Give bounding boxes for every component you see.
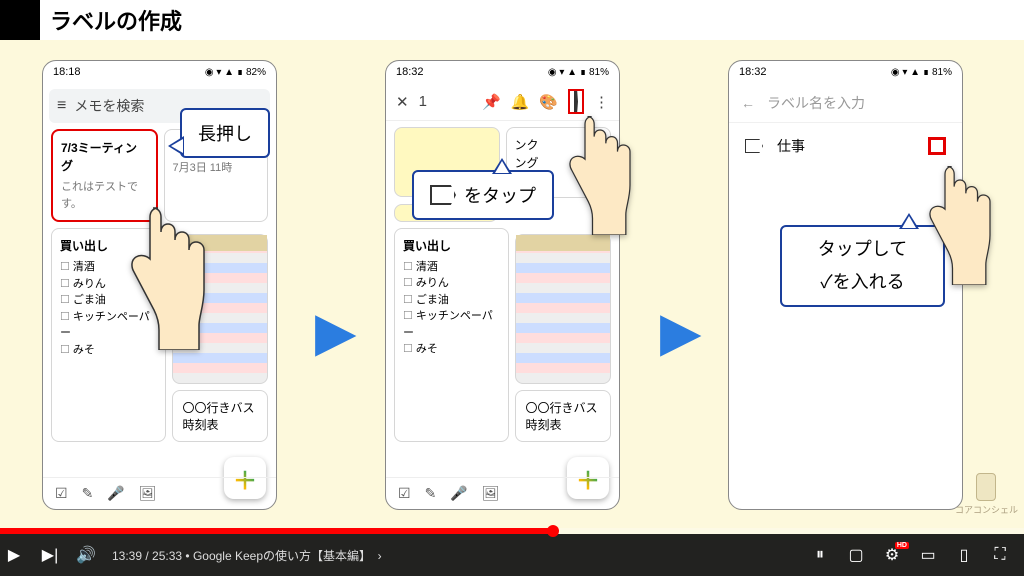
hand-pointer-2 (560, 110, 635, 240)
pin-icon[interactable]: 📌 (482, 93, 501, 111)
bottom-toolbar: ☑ ✎ 🎤 🖼 (386, 477, 619, 509)
note-card-shopping[interactable]: 買い出し 清酒 みりん ごま油 キッチンペーパー みそ (394, 228, 509, 442)
note-card-bus[interactable]: 〇〇行きバス時刻表 (172, 390, 269, 442)
settings-button[interactable]: ⚙HD (882, 545, 902, 565)
note-date: 7月3日 11時 (173, 160, 260, 177)
label-name-input[interactable]: ラベル名を入力 (767, 93, 865, 113)
slide-title-bar: ラベルの作成 (0, 0, 1024, 40)
label-header: ← ラベル名を入力 (729, 83, 962, 123)
search-placeholder: メモを検索 (74, 96, 144, 116)
status-icons: ◉ ▾ ▲ ∎ 81% (548, 67, 609, 78)
progress-bar[interactable] (0, 528, 1024, 534)
status-bar: 18:18 ◉ ▾ ▲ ∎ 82% (43, 61, 276, 83)
status-time: 18:18 (53, 66, 81, 78)
status-icons: ◉ ▾ ▲ ∎ 82% (205, 67, 266, 78)
status-time: 18:32 (739, 66, 767, 78)
hand-pointer-1 (120, 200, 210, 355)
close-icon[interactable]: ✕ (396, 93, 409, 111)
brush-icon[interactable]: ✎ (82, 485, 94, 502)
callout-longpress: 長押し (180, 108, 270, 158)
checklist: 清酒 みりん ごま油 キッチンペーパー みそ (403, 259, 500, 358)
hand-pointer-3 (920, 160, 995, 290)
note-title: 7/3ミーティング (61, 139, 148, 175)
captions-button[interactable]: ▢ (846, 545, 866, 565)
autoplay-toggle[interactable]: ⏸ (810, 545, 830, 565)
status-icons: ◉ ▾ ▲ ∎ 81% (891, 67, 952, 78)
image-icon[interactable]: 🖼 (482, 485, 500, 502)
title-bullet (0, 0, 40, 40)
palette-icon[interactable]: 🎨 (539, 93, 558, 111)
arrow-icon: ▶ (315, 300, 357, 363)
miniplayer-button[interactable]: ▭ (918, 545, 938, 565)
slide-title: ラベルの作成 (50, 4, 182, 36)
label-icon (430, 185, 456, 205)
mic-icon[interactable]: 🎤 (450, 485, 467, 502)
arrow-icon: ▶ (660, 300, 702, 363)
note-card-image[interactable] (515, 234, 612, 384)
checkbox-icon[interactable]: ☑ (398, 485, 411, 502)
video-time-info: 13:39 / 25:33 • Google Keepの使い方【基本編】 › (112, 547, 382, 564)
label-icon (745, 139, 763, 153)
list-title: 買い出し (403, 237, 500, 255)
play-button[interactable]: ▶ (4, 545, 24, 565)
label-checkbox[interactable] (928, 137, 946, 155)
image-icon[interactable]: 🖼 (139, 485, 157, 502)
hamburger-icon[interactable]: ≡ (57, 97, 66, 115)
watermark: コアコンシェル (955, 473, 1018, 516)
selection-count: 1 (419, 93, 427, 110)
theater-button[interactable]: ▯ (954, 545, 974, 565)
callout-tap-label: をタップ (412, 170, 554, 220)
back-icon[interactable]: ← (741, 95, 755, 111)
brush-icon[interactable]: ✎ (425, 485, 437, 502)
status-bar: 18:32 ◉ ▾ ▲ ∎ 81% (729, 61, 962, 83)
bottom-toolbar: ☑ ✎ 🎤 🖼 (43, 477, 276, 509)
note-card-bus[interactable]: 〇〇行きバス時刻表 (515, 390, 612, 442)
mic-icon[interactable]: 🎤 (107, 485, 124, 502)
fullscreen-button[interactable]: ⛶ (990, 545, 1010, 565)
more-icon[interactable]: ⋮ (594, 93, 609, 111)
reminder-icon[interactable]: 🔔 (511, 93, 530, 111)
youtube-player-bar: ▶ ▶| 🔊 13:39 / 25:33 • Google Keepの使い方【基… (0, 534, 1024, 576)
volume-button[interactable]: 🔊 (76, 545, 96, 565)
status-bar: 18:32 ◉ ▾ ▲ ∎ 81% (386, 61, 619, 83)
label-text: 仕事 (777, 136, 914, 156)
status-time: 18:32 (396, 66, 424, 78)
checkbox-icon[interactable]: ☑ (55, 485, 68, 502)
next-button[interactable]: ▶| (40, 545, 60, 565)
